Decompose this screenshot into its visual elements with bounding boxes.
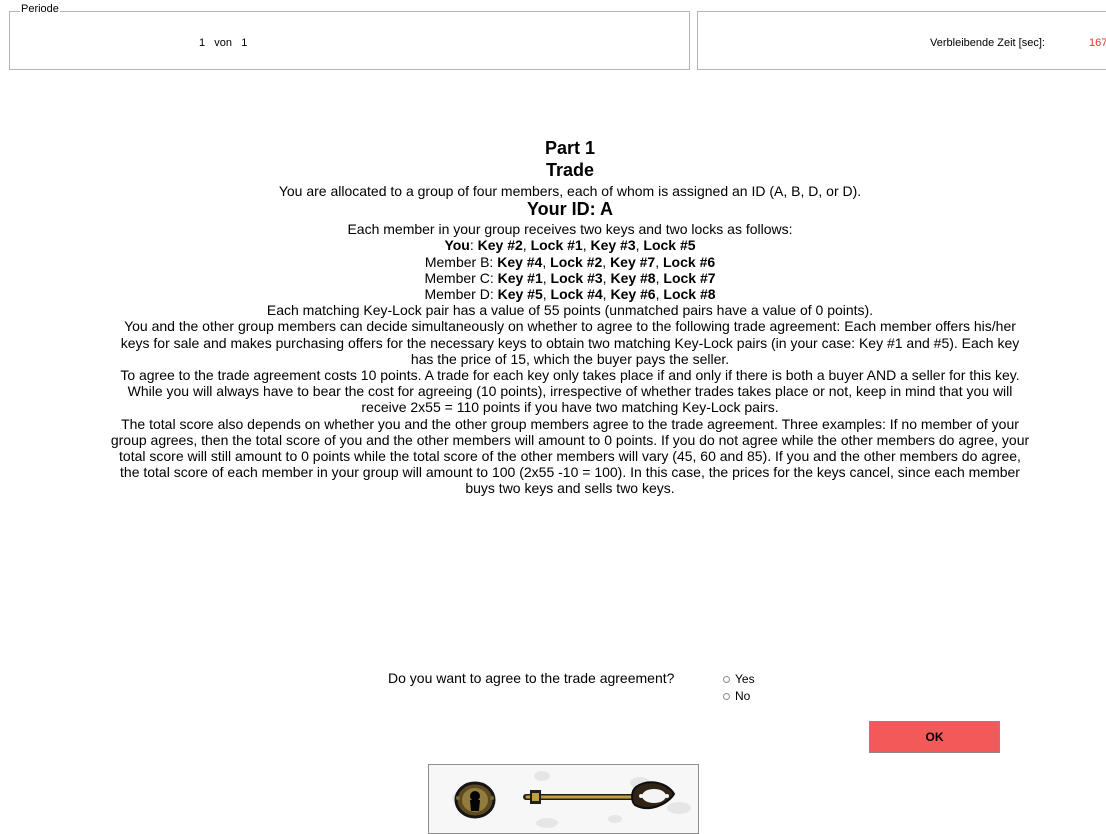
no-radio[interactable] [723,693,730,700]
option-yes[interactable]: Yes [723,671,755,688]
paragraph-pair-value: Each matching Key-Lock pair has a value … [266,302,874,319]
key-lock-svg [452,771,691,828]
allocation-member-c: Member C: Key #1, Lock #3, Key #8, Lock … [424,269,716,286]
allocation-member-d: Member D: Key #5, Lock #4, Key #6, Lock … [424,286,716,303]
period-indicator: 1 von 1 [199,37,248,49]
your-id: Your ID: A [527,199,613,220]
trade-title: Trade [545,160,595,180]
agreement-question: Do you want to agree to the trade agreem… [388,670,675,686]
period-legend: Periode [20,3,60,15]
instructions-panel: Part 1 Trade You are allocated to a grou… [110,137,1030,497]
option-no[interactable]: No [723,688,755,705]
paragraph-agreement-cost: To agree to the trade agreement costs 10… [120,367,1020,416]
yes-radio[interactable] [723,676,730,683]
group-intro: You are allocated to a group of four mem… [278,183,862,199]
keys-intro: Each member in your group receives two k… [347,221,793,238]
allocation-member-b: Member B: Key #4, Lock #2, Key #7, Lock … [424,253,716,270]
agreement-options: Yes No [723,671,755,705]
period-panel: 1 von 1 [9,11,690,70]
keyhole-icon [454,781,496,819]
paragraph-total-score: The total score also depends on whether … [110,415,1030,497]
key-icon [523,781,676,810]
time-remaining-label: Verbleibende Zeit [sec]: [930,37,1045,49]
ok-button[interactable]: OK [869,721,1000,753]
paragraph-trade-agreement: You and the other group members can deci… [120,318,1020,367]
time-remaining-value: 167 [1089,37,1106,49]
key-lock-illustration [428,764,699,834]
part-title: Part 1 [544,138,596,158]
allocation-you: You: Key #2, Lock #1, Key #3, Lock #5 [444,237,696,254]
timer-panel: Verbleibende Zeit [sec]: 167 [697,11,1106,70]
